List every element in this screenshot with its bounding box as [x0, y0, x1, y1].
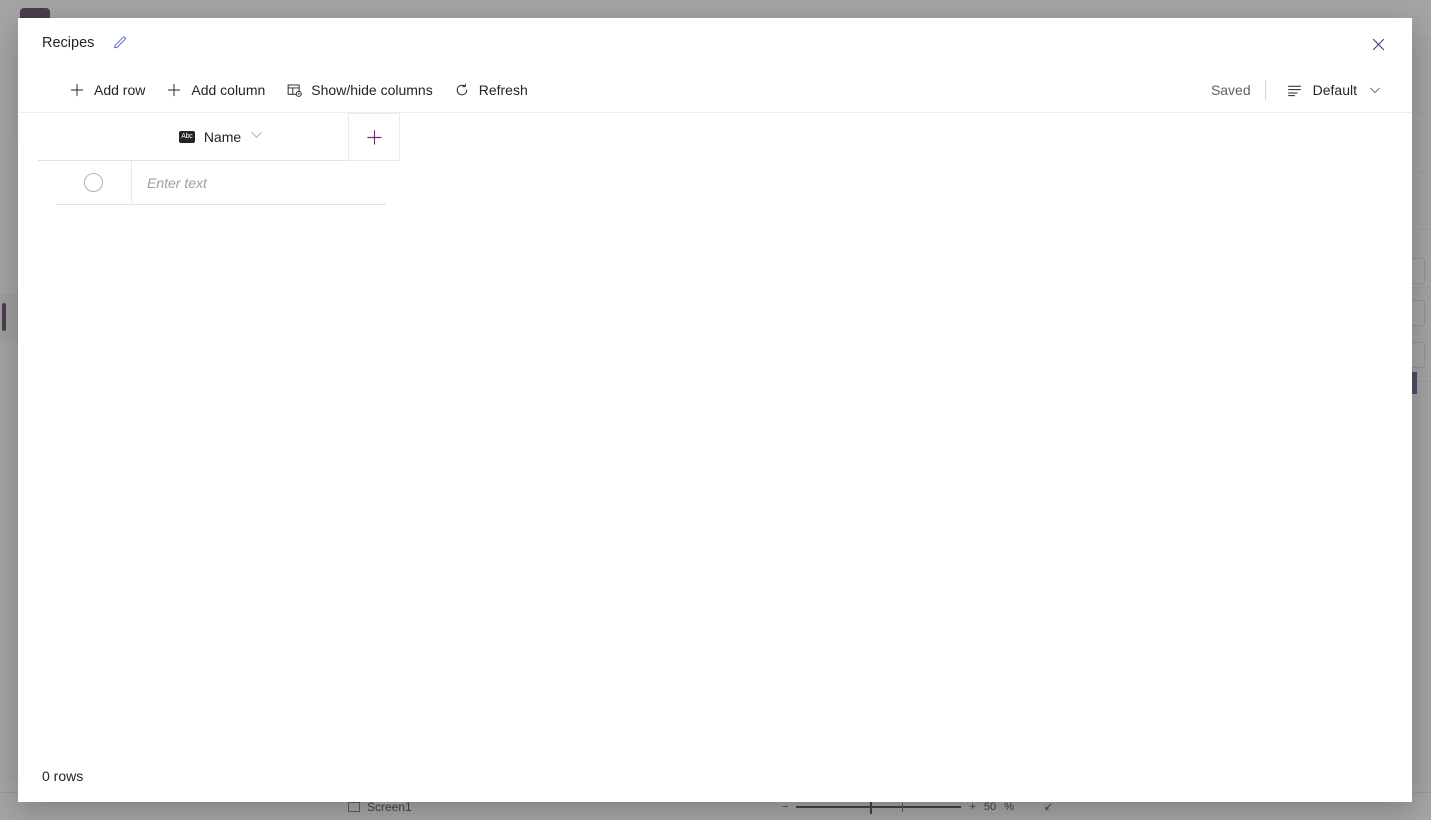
add-row-button[interactable]: Add row — [58, 74, 155, 106]
add-column-label: Add column — [191, 82, 266, 98]
edit-pencil-icon[interactable] — [110, 34, 128, 52]
data-grid: Abc Name Enter text — [18, 113, 1412, 750]
chevron-down-icon — [1366, 81, 1384, 99]
add-column-grid-button[interactable] — [348, 113, 400, 161]
toolbar-divider — [1264, 80, 1266, 100]
plus-icon — [366, 129, 382, 145]
add-row-label: Add row — [94, 82, 146, 98]
grid-column-header-name[interactable]: Abc Name — [94, 113, 348, 161]
plus-icon — [68, 81, 86, 99]
row-select-circle-icon — [84, 173, 103, 192]
dialog-toolbar: Add row Add column Show/hide columns Ref… — [18, 68, 1412, 113]
page-title: Recipes — [42, 35, 95, 51]
text-type-icon: Abc — [178, 130, 195, 143]
column-header-label: Name — [203, 128, 242, 145]
save-status-label: Saved — [1210, 82, 1251, 98]
grid-new-row: Enter text — [56, 161, 386, 205]
view-selector[interactable]: Default — [1280, 76, 1390, 104]
view-list-icon — [1286, 81, 1304, 99]
show-hide-columns-button[interactable]: Show/hide columns — [275, 74, 442, 106]
dialog-header: Recipes — [18, 18, 1412, 68]
refresh-button[interactable]: Refresh — [443, 74, 538, 106]
row-select-cell[interactable] — [56, 161, 132, 205]
plus-icon — [165, 81, 183, 99]
grid-header-select-cell — [38, 113, 94, 161]
new-row-name-input-placeholder[interactable]: Enter text — [147, 175, 207, 191]
toolbar-right-group: Saved Default — [1211, 76, 1390, 104]
view-selector-label: Default — [1312, 82, 1357, 98]
chevron-down-icon[interactable] — [250, 128, 263, 146]
new-row-name-cell[interactable]: Enter text — [132, 161, 386, 205]
show-hide-columns-label: Show/hide columns — [311, 82, 433, 98]
data-table-dialog: Recipes Add row Add column Show/hide col… — [18, 18, 1412, 802]
dialog-footer: 0 rows — [18, 750, 1412, 802]
table-settings-icon — [285, 81, 303, 99]
row-count-label: 0 rows — [42, 768, 84, 784]
refresh-icon — [453, 81, 471, 99]
grid-header-row: Abc Name — [38, 113, 400, 161]
refresh-label: Refresh — [478, 82, 528, 98]
add-column-button[interactable]: Add column — [155, 74, 275, 106]
close-icon[interactable] — [1364, 30, 1392, 58]
